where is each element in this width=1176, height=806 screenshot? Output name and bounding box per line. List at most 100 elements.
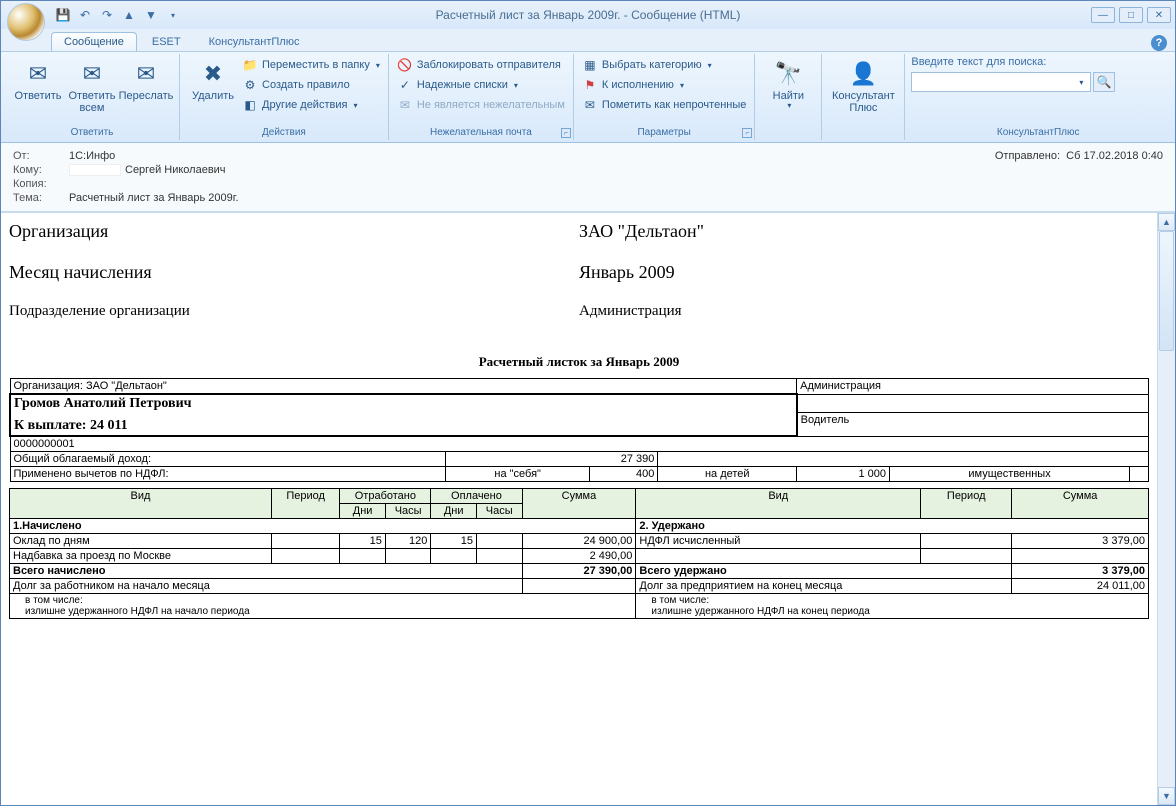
save-icon[interactable]: 💾 — [55, 7, 71, 23]
rule-icon: ⚙ — [242, 77, 258, 93]
next-icon[interactable]: ▼ — [143, 7, 159, 23]
ribbon-tabs: Сообщение ESET КонсультантПлюс ? — [1, 29, 1175, 51]
group-options-label: Параметры — [580, 125, 748, 138]
col-days: Дни — [340, 504, 386, 519]
delete-button[interactable]: ✖ Удалить — [186, 56, 240, 114]
search-icon: 🔍 — [1097, 75, 1112, 89]
dept-label: Подразделение организации — [9, 303, 579, 320]
find-button[interactable]: 🔭 Найти ▾ — [761, 56, 815, 113]
reply-button[interactable]: ✉ Ответить — [11, 56, 65, 116]
ded-children: 1 000 — [797, 467, 890, 482]
debt-worker-label: Долг за работником на начало месяца — [10, 579, 523, 594]
sent-value: Сб 17.02.2018 0:40 — [1066, 150, 1163, 162]
row1-wh: 120 — [385, 534, 431, 549]
prev-icon[interactable]: ▲ — [121, 7, 137, 23]
delete-icon: ✖ — [197, 58, 229, 90]
follow-up-button[interactable]: ⚑К исполнению▾ — [580, 76, 748, 94]
total-withheld: 3 379,00 — [1012, 564, 1149, 579]
tab-consultant[interactable]: КонсультантПлюс — [196, 32, 313, 51]
create-rule-button[interactable]: ⚙Создать правило — [240, 76, 382, 94]
categorize-button[interactable]: ▦Выбрать категорию▾ — [580, 56, 748, 74]
other-actions-button[interactable]: ◧Другие действия▾ — [240, 96, 382, 114]
options-launcher[interactable]: ⌐ — [742, 128, 752, 138]
col-sum2: Сумма — [1012, 489, 1149, 519]
ded-property — [1130, 467, 1149, 482]
chevron-down-icon: ▾ — [376, 61, 380, 70]
reply-all-label: Ответить всем — [68, 90, 115, 114]
scroll-thumb[interactable] — [1159, 231, 1174, 351]
search-dropdown-icon[interactable]: ▾ — [1079, 78, 1083, 87]
reply-all-button[interactable]: ✉ Ответить всем — [65, 56, 119, 116]
ded-label: Применено вычетов по НДФЛ: — [10, 467, 446, 482]
scroll-down-button[interactable]: ▼ — [1158, 787, 1175, 805]
search-input[interactable] — [911, 72, 1091, 92]
forward-icon: ✉ — [130, 58, 162, 90]
message-body-wrap: Организация Месяц начисления Подразделен… — [1, 212, 1175, 805]
vertical-scrollbar[interactable]: ▲ ▼ — [1157, 213, 1175, 805]
group-junk-label: Нежелательная почта — [395, 125, 567, 138]
excess-end: излишне удержанного НДФЛ на конец период… — [639, 606, 1145, 617]
forward-button[interactable]: ✉ Переслать — [119, 56, 173, 116]
move-to-folder-button[interactable]: 📁Переместить в папку▾ — [240, 56, 382, 74]
forward-label: Переслать — [119, 90, 174, 102]
tab-eset[interactable]: ESET — [139, 32, 194, 51]
col-worked: Отработано — [340, 489, 431, 504]
search-label: Введите текст для поиска: — [911, 56, 1165, 68]
scroll-track[interactable] — [1158, 231, 1175, 787]
category-icon: ▦ — [582, 57, 598, 73]
row1-sum: 24 900,00 — [522, 534, 636, 549]
titlebar: 💾 ↶ ↷ ▲ ▼ ▾ Расчетный лист за Январь 200… — [1, 1, 1175, 29]
from-value: 1С:Инфо — [69, 150, 115, 162]
total-charged: 27 390,00 — [522, 564, 636, 579]
excess-start: излишне удержанного НДФЛ на начало перио… — [13, 606, 632, 617]
chevron-down-icon: ▾ — [514, 81, 518, 90]
flag-icon: ⚑ — [582, 77, 598, 93]
junk-launcher[interactable]: ⌐ — [561, 128, 571, 138]
month-value: Январь 2009 — [579, 262, 1149, 283]
col-sum: Сумма — [522, 489, 636, 519]
org-value: ЗАО "Дельтаон" — [579, 221, 1149, 242]
mark-unread-button[interactable]: ✉Пометить как непрочтенные — [580, 96, 748, 114]
ded-property-label: имущественных — [890, 467, 1130, 482]
doc-header: Организация Месяц начисления Подразделен… — [9, 221, 1149, 340]
tab-message[interactable]: Сообщение — [51, 32, 137, 51]
consultant-label: Консультант Плюс — [832, 90, 895, 114]
info-table: Организация: ЗАО "Дельтаон" Администраци… — [9, 378, 1149, 482]
help-icon[interactable]: ? — [1151, 35, 1167, 51]
col-period: Период — [271, 489, 339, 519]
maximize-button[interactable]: □ — [1119, 7, 1143, 23]
ribbon: ✉ Ответить ✉ Ответить всем ✉ Переслать О… — [1, 51, 1175, 143]
consultant-button[interactable]: 👤 Консультант Плюс — [828, 56, 898, 116]
sent-label: Отправлено: — [995, 150, 1060, 162]
col-vid: Вид — [10, 489, 272, 519]
message-headers: От: 1С:Инфо Отправлено: Сб 17.02.2018 0:… — [1, 143, 1175, 212]
ded-self-label: на "себя" — [446, 467, 590, 482]
scroll-up-button[interactable]: ▲ — [1158, 213, 1175, 231]
close-button[interactable]: ✕ — [1147, 7, 1171, 23]
window-controls: — □ ✕ — [1091, 7, 1171, 23]
block-sender-button[interactable]: 🚫Заблокировать отправителя — [395, 56, 567, 74]
row1-ph — [476, 534, 522, 549]
delete-label: Удалить — [192, 90, 234, 102]
sec-charged: 1.Начислено — [10, 519, 636, 534]
folder-icon: 📁 — [242, 57, 258, 73]
redo-icon[interactable]: ↷ — [99, 7, 115, 23]
office-button[interactable] — [7, 3, 45, 41]
col-paid: Оплачено — [431, 489, 522, 504]
other-label: Другие действия — [262, 99, 347, 111]
group-search-label: КонсультантПлюс — [911, 125, 1165, 138]
subject-label: Тема: — [13, 192, 69, 204]
org-line: Организация: ЗАО "Дельтаон" — [10, 379, 797, 395]
search-button[interactable]: 🔍 — [1093, 72, 1115, 92]
minimize-button[interactable]: — — [1091, 7, 1115, 23]
undo-icon[interactable]: ↶ — [77, 7, 93, 23]
qat-dropdown-icon[interactable]: ▾ — [165, 7, 181, 23]
col-hours: Часы — [385, 504, 431, 519]
ded-children-label: на детей — [658, 467, 797, 482]
debt-company: 24 011,00 — [1012, 579, 1149, 594]
safe-label: Надежные списки — [417, 79, 508, 91]
group-consultant-btn: 👤 Консультант Плюс — [822, 54, 905, 140]
safe-lists-button[interactable]: ✓Надежные списки▾ — [395, 76, 567, 94]
taxable-label: Общий облагаемый доход: — [10, 452, 446, 467]
reply-label: Ответить — [14, 90, 61, 102]
